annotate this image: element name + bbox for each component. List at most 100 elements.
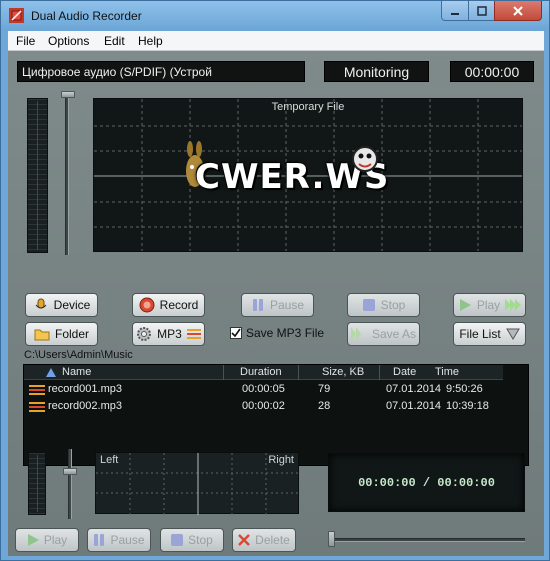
menu-edit[interactable]: Edit [104,34,125,48]
title-bar[interactable]: Dual Audio Recorder [1,1,549,31]
column-header-duration[interactable]: Duration [240,366,282,378]
app-icon [9,8,24,23]
close-icon [513,5,523,16]
recorder-panel: Цифровое аудио (S/PDIF) (Устрой Monitori… [8,51,544,556]
menu-options[interactable]: Options [48,34,89,48]
meter-divider [37,455,38,512]
file-name: record002.mp3 [48,400,122,412]
file-date: 07.01.2014 [386,400,442,412]
player-stop-label: Stop [188,533,213,547]
column-divider [379,365,380,380]
column-header-time[interactable]: Time [435,366,459,378]
playback-position-slider[interactable] [330,538,525,542]
audio-file-icon [29,402,45,412]
player-pause-button[interactable]: Pause [87,528,151,552]
time-text: 00:00:00 [464,63,520,80]
right-channel-label: Right [268,454,294,466]
sort-ascending-icon [46,368,56,377]
maximize-button[interactable] [468,1,495,21]
folder-button[interactable]: Folder [25,322,98,346]
column-header-size[interactable]: Size, KB [322,366,364,378]
column-header-name[interactable]: Name [62,366,91,378]
menu-file[interactable]: File [16,34,35,48]
folder-button-label: Folder [54,327,89,341]
column-header-date[interactable]: Date [393,366,416,378]
device-name: Цифровое аудио (S/PDIF) (Устрой [22,64,212,79]
column-divider [298,365,299,380]
record-button-label: Record [159,298,199,312]
file-size: 28 [318,400,331,412]
pause-button-label: Pause [269,298,305,312]
menu-bar: File Options Edit Help [8,31,544,51]
file-list-header: Name Duration Size, KB Date Time [24,365,503,380]
playback-time-text: 00:00:00 / 00:00:00 [358,475,495,490]
player-play-label: Play [43,533,68,547]
file-time: 10:39:18 [446,400,489,412]
scope-title: Temporary File [271,101,345,113]
file-time: 9:50:26 [446,383,483,395]
play-button-label: Play [476,298,501,312]
menu-help[interactable]: Help [138,34,163,48]
playback-time-display: 00:00:00 / 00:00:00 [328,453,525,512]
file-list[interactable]: Name Duration Size, KB Date Time record0… [23,364,529,466]
input-volume-thumb[interactable] [61,91,75,98]
input-level-meter [27,98,48,253]
pause-icon [94,534,105,546]
output-volume-thumb[interactable] [63,468,77,475]
x-icon [238,534,251,546]
file-duration: 00:00:05 [242,383,285,395]
microphone-icon [35,298,47,309]
maximize-icon [476,5,487,16]
time-display: 00:00:00 [450,61,534,82]
input-volume-track[interactable] [65,93,69,255]
stop-square-icon [171,534,184,546]
save-as-button[interactable]: Save As [347,322,420,346]
gear-icon [137,327,152,341]
chevron-down-icon [505,328,520,340]
save-mp3-checkbox-row[interactable]: Save MP3 File [230,326,324,340]
minimize-button[interactable] [441,1,469,21]
player-pause-label: Pause [110,533,145,547]
table-row[interactable]: record001.mp3 00:00:05 79 07.01.2014 9:5… [24,382,503,398]
watermark-mascot-right [352,146,378,172]
stereo-display: Left Right [95,452,300,515]
mp3-button[interactable]: MP3 [132,322,205,346]
table-row[interactable]: record002.mp3 00:00:02 28 07.01.2014 10:… [24,399,503,415]
checkmark-icon [231,328,241,338]
file-list-button-label: File List [459,327,501,341]
play-triangle-icon [459,299,471,311]
window-title: Dual Audio Recorder [31,9,142,23]
save-mp3-checkbox[interactable] [230,327,242,339]
minimize-icon [451,12,459,15]
play-button[interactable]: Play [453,293,526,317]
meter-divider [37,101,38,250]
play-triangle-icon [27,534,39,546]
status-display: Monitoring [324,61,429,82]
file-size: 79 [318,383,331,395]
device-button[interactable]: Device [25,293,98,317]
folder-path: C:\Users\Admin\Music [24,349,133,361]
save-icon [350,327,361,341]
output-volume-track[interactable] [68,449,72,519]
file-duration: 00:00:02 [242,400,285,412]
record-button[interactable]: Record [132,293,205,317]
player-delete-button[interactable]: Delete [232,528,296,552]
mp3-button-label: MP3 [157,327,182,341]
playback-position-thumb[interactable] [328,531,335,547]
output-level-meter [28,452,46,515]
pause-button[interactable]: Pause [241,293,314,317]
save-as-button-label: Save As [371,327,417,341]
waveform-display: Temporary File CWER.WS [93,98,523,252]
left-channel-label: Left [100,454,119,466]
device-display: Цифровое аудио (S/PDIF) (Устрой [17,61,305,82]
file-list-button[interactable]: File List [453,322,526,346]
player-stop-button[interactable]: Stop [160,528,224,552]
audio-file-icon [29,385,45,395]
player-play-button[interactable]: Play [15,528,79,552]
stop-button[interactable]: Stop [347,293,420,317]
stop-square-icon [362,299,375,311]
file-name: record001.mp3 [48,383,122,395]
close-button[interactable] [494,1,542,21]
mp3-format-icon [186,329,201,339]
stop-button-label: Stop [380,298,406,312]
